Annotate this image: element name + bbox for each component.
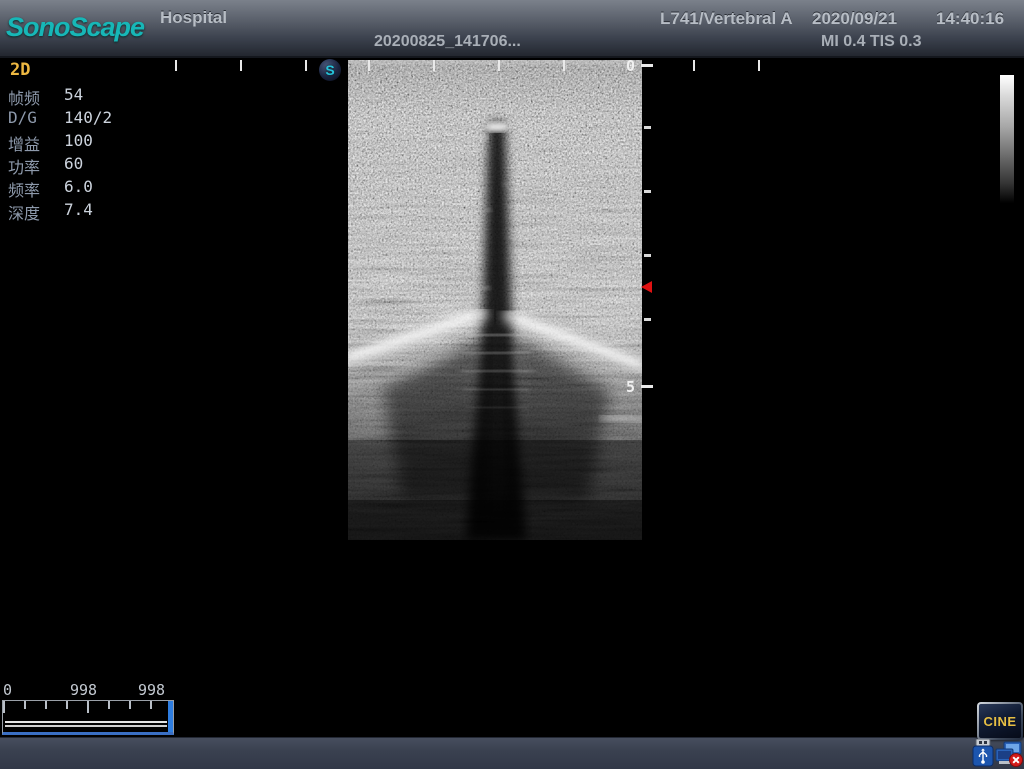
- param-row: 深度 7.4: [0, 200, 200, 223]
- scrubber-tick: [150, 701, 152, 709]
- scrubber-tick: [24, 701, 26, 709]
- scrubber-track: [5, 725, 167, 727]
- cine-scrubber[interactable]: [2, 700, 174, 735]
- scrubber-tick: [45, 701, 47, 709]
- grayscale-bar: [1000, 75, 1014, 203]
- ruler-tick: [305, 60, 307, 71]
- depth-tick: [644, 318, 651, 321]
- param-value-depth: 7.4: [64, 200, 93, 219]
- depth-tick: [644, 190, 651, 193]
- taskbar: [0, 737, 1024, 769]
- exam-id: 20200825_141706...: [374, 33, 521, 51]
- depth-dash: [641, 385, 653, 388]
- scrubber-track: [5, 721, 167, 723]
- ultrasound-image: [348, 60, 642, 540]
- probe-preset: L741/Vertebral A: [660, 9, 793, 29]
- param-label-frequency: 频率: [8, 177, 40, 201]
- param-row: 频率 6.0: [0, 177, 200, 200]
- param-value-framerate: 54: [64, 85, 83, 104]
- sonoscape-logo: SonoScape: [6, 12, 144, 43]
- param-row: 帧频 54: [0, 85, 200, 108]
- param-value-frequency: 6.0: [64, 177, 93, 196]
- mi-tis-readout: MI 0.4 TIS 0.3: [821, 33, 921, 51]
- scrubber-tick: [87, 701, 89, 713]
- hospital-name: Hospital: [160, 8, 227, 28]
- cine-total-frames: 998: [138, 681, 165, 699]
- ruler-tick: [758, 60, 760, 71]
- param-row: 功率 60: [0, 154, 200, 177]
- network-disconnected-icon[interactable]: [995, 741, 1024, 767]
- exam-date: 2020/09/21: [812, 9, 897, 29]
- depth-label-0: 0: [626, 57, 635, 75]
- scrubber-tick: [108, 701, 110, 709]
- depth-tick: [644, 254, 651, 257]
- cine-button-frame: CINE: [977, 702, 1023, 740]
- ruler-tick: [175, 60, 177, 71]
- probe-orientation-marker: S: [319, 59, 341, 81]
- depth-dash: [641, 64, 653, 67]
- scrubber-cursor[interactable]: [168, 701, 173, 732]
- cine-current-frame: 998: [70, 681, 97, 699]
- param-label-framerate: 帧频: [8, 85, 40, 109]
- param-value-dg: 140/2: [64, 108, 112, 127]
- usb-icon[interactable]: [971, 739, 995, 767]
- param-label-gain: 增益: [8, 131, 40, 155]
- clock-time: 14:40:16: [936, 9, 1004, 29]
- scrubber-tick: [66, 701, 68, 709]
- cine-start-label: 0: [3, 681, 12, 699]
- focus-position-marker: [641, 281, 652, 293]
- param-value-gain: 100: [64, 131, 93, 150]
- param-row: 增益 100: [0, 131, 200, 154]
- ruler-tick: [498, 60, 500, 71]
- ruler-tick: [368, 60, 370, 71]
- param-label-depth: 深度: [8, 200, 40, 224]
- depth-tick: [644, 126, 651, 129]
- ruler-tick: [433, 60, 435, 71]
- ruler-tick: [240, 60, 242, 71]
- scrubber-tick: [3, 701, 5, 713]
- top-status-bar: SonoScape Hospital L741/Vertebral A 2020…: [0, 0, 1024, 58]
- param-value-power: 60: [64, 154, 83, 173]
- ruler-tick: [563, 60, 565, 71]
- ruler-tick: [693, 60, 695, 71]
- depth-label-5: 5: [626, 378, 635, 396]
- cine-button[interactable]: CINE: [979, 704, 1021, 738]
- param-row: D/G 140/2: [0, 108, 200, 131]
- param-label-dg: D/G: [8, 108, 37, 127]
- mode-label: 2D: [10, 60, 30, 80]
- param-label-power: 功率: [8, 154, 40, 178]
- scrubber-tick: [129, 701, 131, 709]
